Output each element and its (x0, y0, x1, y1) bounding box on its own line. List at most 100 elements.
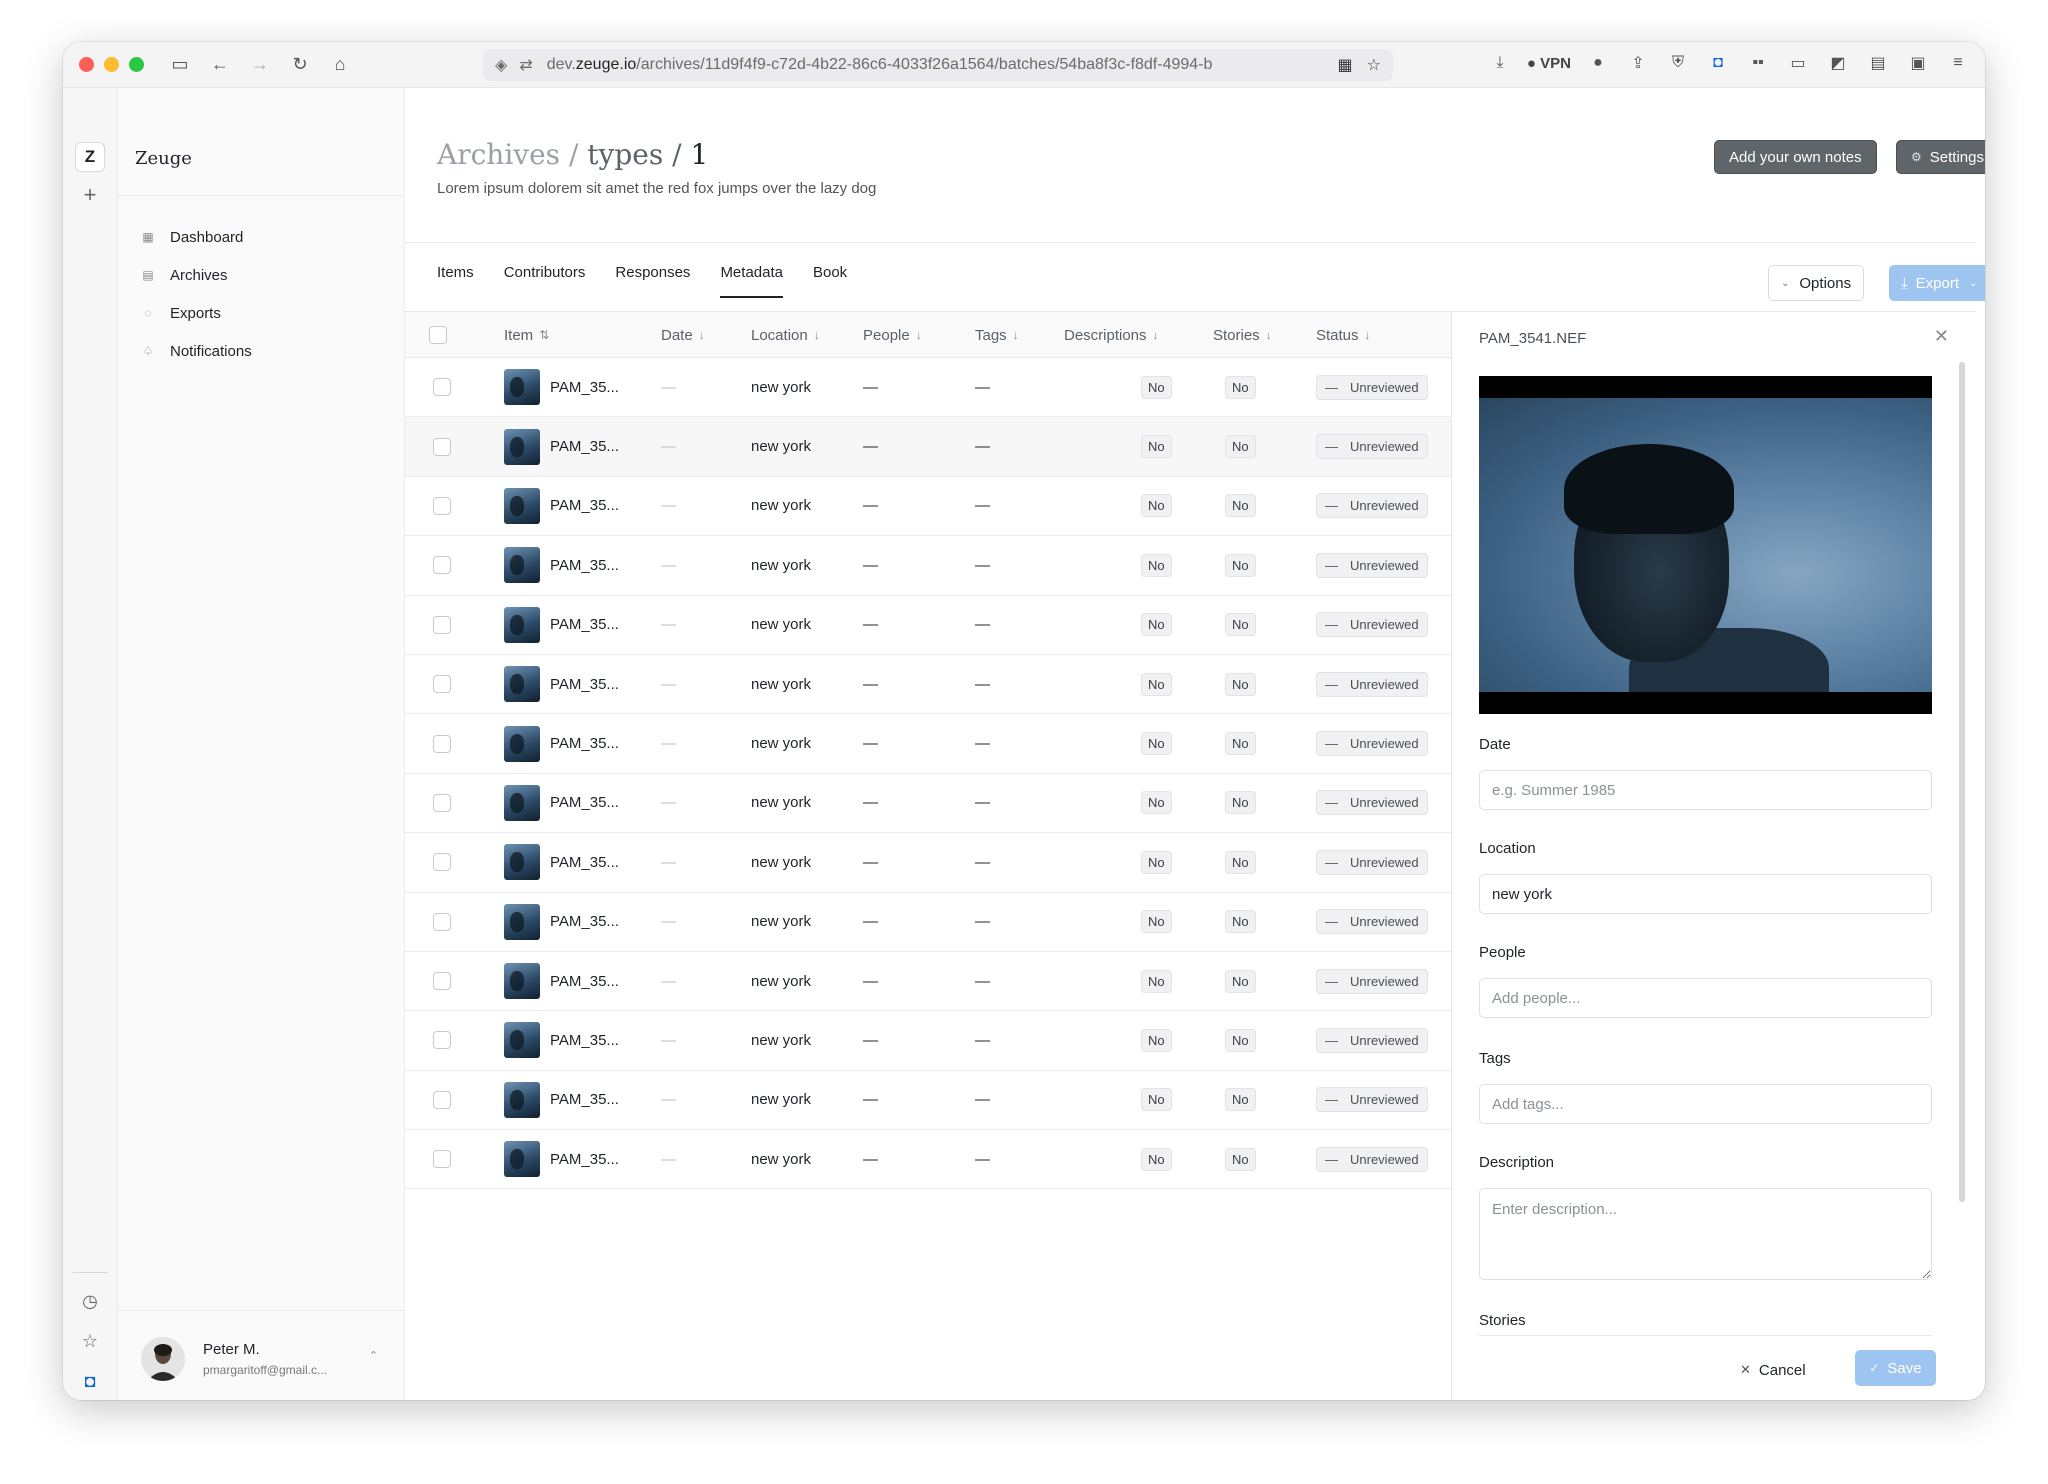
home-icon[interactable]: ⌂ (326, 51, 354, 79)
picture-in-picture-icon[interactable]: ◩ (1825, 50, 1851, 76)
add-workspace-icon[interactable]: + (77, 182, 103, 208)
column-header-people[interactable]: People ↓ (863, 312, 922, 358)
item-thumbnail[interactable] (504, 666, 540, 703)
column-header-tags[interactable]: Tags ↓ (975, 312, 1019, 358)
tags-input[interactable] (1479, 1084, 1932, 1124)
reload-icon[interactable]: ↻ (286, 51, 314, 79)
column-header-date[interactable]: Date ↓ (661, 312, 705, 358)
item-thumbnail[interactable] (504, 547, 540, 584)
sidebar-item-archives[interactable]: ▤ Archives (140, 256, 252, 294)
row-checkbox[interactable] (433, 556, 451, 575)
item-thumbnail[interactable] (504, 1022, 540, 1059)
sort-icon[interactable]: ⇅ (539, 328, 549, 342)
save-button[interactable]: ✓ Save (1855, 1350, 1936, 1386)
row-checkbox[interactable] (433, 972, 451, 991)
item-thumbnail[interactable] (504, 725, 540, 762)
row-checkbox[interactable] (433, 1150, 451, 1169)
arrow-down-icon[interactable]: ↓ (1153, 328, 1159, 342)
date-input[interactable] (1479, 770, 1932, 810)
row-checkbox[interactable] (433, 615, 451, 634)
row-checkbox[interactable] (433, 675, 451, 694)
item-name[interactable]: PAM_35... (550, 973, 619, 990)
item-thumbnail[interactable] (504, 1081, 540, 1118)
status-badge[interactable]: — Unreviewed (1316, 374, 1428, 400)
status-badge[interactable]: — Unreviewed (1316, 671, 1428, 697)
sidebar-item-dashboard[interactable]: ▦ Dashboard (140, 218, 252, 256)
table-row[interactable]: PAM_35... — new york — — No No — Unreviewed (405, 1071, 1451, 1131)
sidebar-item-exports[interactable]: ◌ Exports (140, 294, 252, 332)
breadcrumb-archives[interactable]: Archives (437, 138, 560, 171)
status-badge[interactable]: — Unreviewed (1316, 1087, 1428, 1113)
forward-icon[interactable]: → (246, 51, 274, 79)
item-name[interactable]: PAM_35... (550, 913, 619, 930)
tab-icon[interactable]: ▭ (1785, 50, 1811, 76)
shield-icon[interactable]: ◈ (495, 55, 507, 75)
item-thumbnail[interactable] (504, 784, 540, 821)
star-icon[interactable]: ☆ (77, 1328, 103, 1354)
ublock-icon[interactable]: ⛨ (1665, 50, 1691, 76)
chevron-up-icon[interactable]: ⌃ (369, 1349, 378, 1362)
options-button[interactable]: ⌄ Options (1768, 265, 1865, 301)
table-row[interactable]: PAM_35... — new york — — No No — Unreviewed (405, 596, 1451, 655)
item-thumbnail[interactable] (504, 487, 540, 524)
extension-icon[interactable]: ▣ (1905, 50, 1931, 76)
export-button[interactable]: ⤓ Export ⌄ (1889, 265, 1985, 301)
people-input[interactable] (1479, 978, 1932, 1018)
arrow-down-icon[interactable]: ↓ (1013, 328, 1019, 342)
tab-items[interactable]: Items (437, 258, 474, 298)
item-name[interactable]: PAM_35... (550, 854, 619, 871)
settings-button[interactable]: ⚙ Settings (1896, 140, 1985, 174)
column-header-status[interactable]: Status ↓ (1316, 312, 1371, 358)
status-badge[interactable]: — Unreviewed (1316, 1146, 1428, 1172)
download-icon[interactable]: ⤓ (1487, 50, 1513, 76)
url-text[interactable]: dev.zeuge.io/archives/11d9f4f9-c72d-4b22… (547, 56, 1328, 74)
item-thumbnail[interactable] (504, 963, 540, 1000)
row-checkbox[interactable] (433, 1031, 451, 1050)
back-icon[interactable]: ← (206, 51, 234, 79)
row-checkbox[interactable] (433, 793, 451, 812)
table-row[interactable]: PAM_35... — new york — — No No — Unreviewed (405, 477, 1451, 537)
row-checkbox[interactable] (433, 1090, 451, 1109)
status-badge[interactable]: — Unreviewed (1316, 849, 1428, 875)
tab-metadata[interactable]: Metadata (720, 258, 783, 298)
close-window-button[interactable] (79, 57, 94, 72)
arrow-down-icon[interactable]: ↓ (699, 328, 705, 342)
share-icon[interactable]: ⇪ (1625, 50, 1651, 76)
add-notes-button[interactable]: Add your own notes (1714, 140, 1877, 174)
workspace-logo[interactable]: Z (75, 142, 105, 172)
minimize-window-button[interactable] (104, 57, 119, 72)
cancel-button[interactable]: ✕ Cancel (1740, 1352, 1806, 1388)
item-name[interactable]: PAM_35... (550, 1032, 619, 1049)
item-name[interactable]: PAM_35... (550, 438, 619, 455)
table-row[interactable]: PAM_35... — new york — — No No — Unreviewed (405, 893, 1451, 952)
row-checkbox[interactable] (433, 734, 451, 753)
row-checkbox[interactable] (433, 912, 451, 931)
item-thumbnail[interactable] (504, 369, 540, 406)
item-thumbnail[interactable] (504, 1141, 540, 1178)
column-header-stories[interactable]: Stories ↓ (1213, 312, 1272, 358)
address-bar[interactable]: ◈ ⇄ dev.zeuge.io/archives/11d9f4f9-c72d-… (483, 49, 1393, 81)
menu-icon[interactable]: ≡ (1945, 50, 1971, 76)
item-name[interactable]: PAM_35... (550, 497, 619, 514)
zoom-window-button[interactable] (129, 57, 144, 72)
close-icon[interactable]: ✕ (1934, 326, 1949, 347)
status-badge[interactable]: — Unreviewed (1316, 493, 1428, 519)
reader-icon[interactable]: ▤ (1865, 50, 1891, 76)
arrow-down-icon[interactable]: ↓ (1365, 328, 1371, 342)
permissions-icon[interactable]: ⇄ (519, 55, 532, 75)
arrow-down-icon[interactable]: ↓ (1266, 328, 1272, 342)
table-row[interactable]: PAM_35... — new york — — No No — Unreviewed (405, 1130, 1451, 1190)
item-name[interactable]: PAM_35... (550, 616, 619, 633)
location-input[interactable] (1479, 874, 1932, 914)
item-name[interactable]: PAM_35... (550, 735, 619, 752)
sidebar-toggle-icon[interactable]: ▭ (166, 51, 194, 79)
panel-scrollbar[interactable] (1959, 362, 1965, 1202)
table-row[interactable]: PAM_35... — new york — — No No — Unreviewed (405, 417, 1451, 477)
history-icon[interactable]: ◷ (77, 1288, 103, 1314)
column-header-item[interactable]: Item ⇅ (504, 312, 549, 358)
item-name[interactable]: PAM_35... (550, 794, 619, 811)
item-thumbnail[interactable] (504, 844, 540, 881)
item-thumbnail[interactable] (504, 428, 540, 465)
arrow-down-icon[interactable]: ↓ (814, 328, 820, 342)
tab-responses[interactable]: Responses (615, 258, 690, 298)
